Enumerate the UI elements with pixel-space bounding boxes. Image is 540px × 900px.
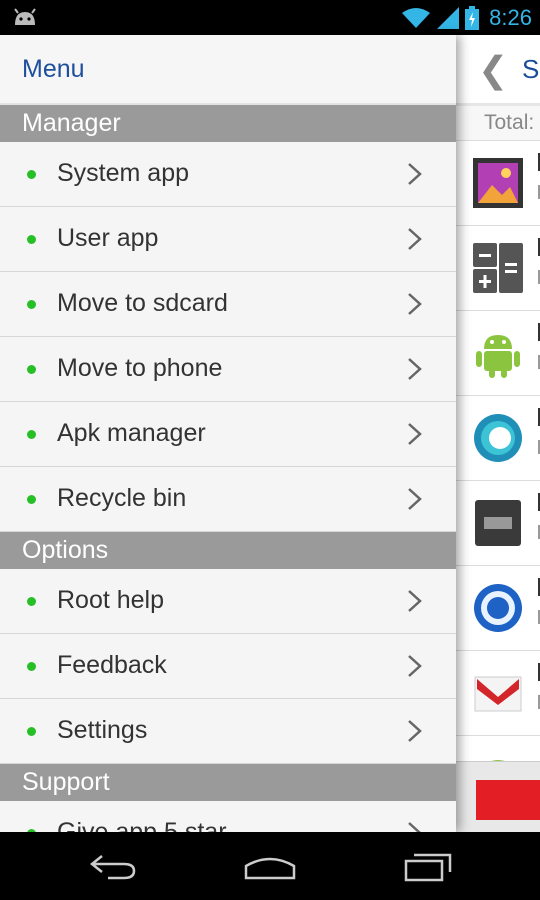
- uninstall-button[interactable]: [476, 780, 540, 820]
- chevron-right-icon: [408, 358, 422, 380]
- bullet-icon: [27, 235, 36, 244]
- chevron-right-icon: [408, 423, 422, 445]
- bullet-icon: [27, 597, 36, 606]
- bullet-icon: [27, 365, 36, 374]
- app-row[interactable]: [456, 226, 540, 311]
- signal-icon: [437, 7, 460, 29]
- bullet-icon: [27, 727, 36, 736]
- menu-item-settings[interactable]: Settings: [0, 699, 456, 764]
- menu-item-feedback[interactable]: Feedback: [0, 634, 456, 699]
- wifi-icon: [402, 8, 431, 28]
- bullet-icon: [27, 300, 36, 309]
- chevron-right-icon: [408, 488, 422, 510]
- menu-item-move-to-sdcard[interactable]: Move to sdcard: [0, 272, 456, 337]
- drawer-title: Menu: [22, 55, 85, 83]
- menu-item-label: Move to sdcard: [57, 289, 228, 317]
- status-bar: 8:26: [0, 0, 540, 35]
- menu-item-label: Move to phone: [57, 354, 223, 382]
- menu-item-label: Give app 5 star: [57, 818, 227, 832]
- ring-app-icon: [474, 414, 522, 462]
- menu-item-apk-manager[interactable]: Apk manager: [0, 402, 456, 467]
- android-notification-icon: [14, 8, 36, 25]
- navigation-drawer: Menu Manager System app User app Move to…: [0, 35, 456, 832]
- chevron-right-icon: [408, 822, 421, 832]
- app-row[interactable]: [456, 651, 540, 736]
- app-list-screen: ❮ S Total:: [456, 35, 540, 832]
- clock: 8:26: [489, 5, 532, 30]
- battery-charging-icon: [465, 6, 480, 30]
- bullet-icon: [27, 662, 36, 671]
- app-row[interactable]: [456, 396, 540, 481]
- chevron-right-icon: [408, 720, 422, 742]
- menu-item-label: Feedback: [57, 651, 167, 679]
- menu-item-label: System app: [57, 159, 190, 187]
- menu-item-recycle-bin[interactable]: Recycle bin: [0, 467, 456, 532]
- menu-item-root-help[interactable]: Root help: [0, 569, 456, 634]
- menu-item-user-app[interactable]: User app: [0, 207, 456, 272]
- app-list-header: ❮ S: [456, 35, 540, 106]
- section-header-options: Options: [0, 532, 456, 569]
- drawer-header: Menu: [0, 35, 456, 105]
- total-label: Total:: [456, 106, 540, 141]
- app-row[interactable]: [456, 141, 540, 226]
- keyboard-icon: [475, 500, 521, 546]
- back-icon[interactable]: [88, 850, 138, 882]
- chevron-right-icon: [408, 655, 422, 677]
- home-icon[interactable]: [243, 850, 297, 882]
- app-row[interactable]: [456, 566, 540, 651]
- android-icon: [476, 335, 520, 378]
- system-navigation-bar: [0, 832, 540, 900]
- chevron-right-icon: [408, 590, 422, 612]
- gmail-icon: [474, 676, 522, 712]
- bullet-icon: [27, 430, 36, 439]
- bullet-icon: [27, 170, 36, 179]
- chevron-right-icon: [408, 228, 422, 250]
- menu-item-give-app-5-star[interactable]: Give app 5 star: [0, 801, 456, 832]
- menu-item-label: Settings: [57, 716, 148, 744]
- section-header-manager: Manager: [0, 105, 456, 142]
- calculator-icon: [473, 243, 523, 293]
- chevron-right-icon: [408, 293, 422, 315]
- chevron-right-icon: [408, 163, 422, 185]
- menu-item-label: Root help: [57, 586, 165, 614]
- recent-apps-icon[interactable]: [404, 850, 454, 882]
- gallery-icon: [473, 158, 523, 208]
- earth-icon: [474, 584, 522, 632]
- app-list-title: S: [522, 54, 540, 84]
- section-header-support: Support: [0, 764, 456, 801]
- menu-item-label: Apk manager: [57, 419, 206, 447]
- app-row[interactable]: [456, 311, 540, 396]
- menu-item-label: Recycle bin: [57, 484, 187, 512]
- app-row[interactable]: [456, 481, 540, 566]
- back-chevron-icon[interactable]: ❮: [478, 49, 508, 91]
- menu-item-system-app[interactable]: System app: [0, 142, 456, 207]
- bullet-icon: [27, 495, 36, 504]
- menu-item-label: User app: [57, 224, 159, 252]
- menu-item-move-to-phone[interactable]: Move to phone: [0, 337, 456, 402]
